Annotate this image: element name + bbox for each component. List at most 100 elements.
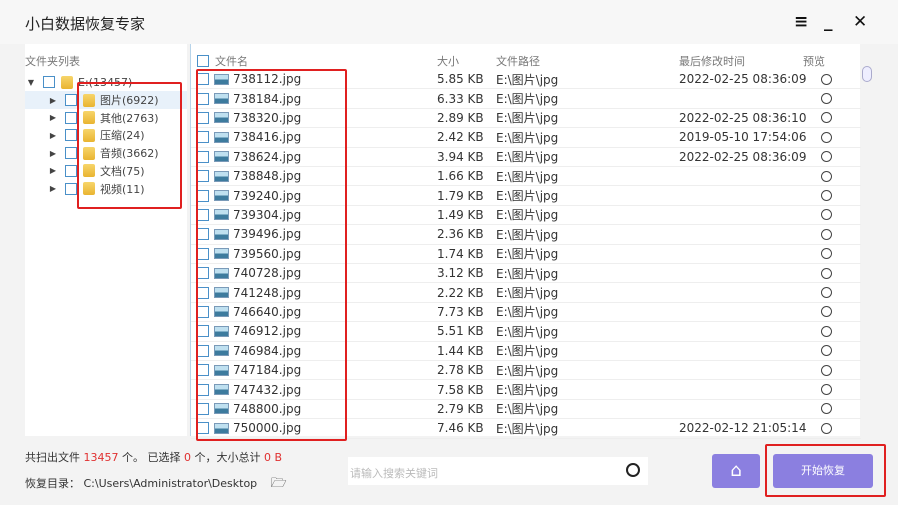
file-row[interactable]: 738624.jpg 3.94 KB E:\图片\jpg 2022-02-25 … (191, 148, 861, 167)
expand-icon[interactable]: ▶ (47, 184, 59, 193)
file-path: E:\图片\jpg (496, 247, 559, 262)
preview-icon[interactable] (821, 112, 832, 124)
start-recovery-button[interactable]: 开始恢复 (773, 454, 873, 488)
file-path: E:\图片\jpg (496, 72, 559, 87)
file-row[interactable]: 747184.jpg 2.78 KB E:\图片\jpg (191, 361, 861, 381)
preview-icon[interactable] (821, 325, 832, 337)
file-row[interactable]: 747432.jpg 7.58 KB E:\图片\jpg (191, 380, 861, 400)
folder-icon (83, 164, 95, 178)
checkbox[interactable] (197, 344, 209, 357)
tree-folder[interactable]: ▶ 音频(3662) (25, 144, 187, 162)
home-button[interactable]: ⌂ (712, 454, 760, 488)
file-row[interactable]: 739304.jpg 1.49 KB E:\图片\jpg (191, 206, 861, 226)
folder-open-icon[interactable]: 🗁 (271, 476, 287, 491)
expand-icon[interactable]: ▶ (47, 96, 59, 105)
checkbox[interactable] (197, 422, 209, 435)
image-file-icon (214, 73, 229, 85)
preview-icon[interactable] (821, 267, 832, 279)
close-icon[interactable]: ✕ (853, 12, 867, 32)
preview-icon[interactable] (821, 422, 832, 434)
file-name: 738112.jpg (233, 72, 302, 87)
file-row[interactable]: 748800.jpg 2.79 KB E:\图片\jpg (191, 400, 861, 420)
file-row[interactable]: 750000.jpg 7.46 KB E:\图片\jpg 2022-02-12 … (191, 419, 861, 439)
checkbox[interactable] (197, 364, 209, 377)
file-path: E:\图片\jpg (496, 130, 559, 145)
checkbox[interactable] (197, 286, 209, 299)
tree-root[interactable]: ▼ E:(13457) (25, 73, 187, 91)
checkbox[interactable] (65, 147, 77, 160)
file-row[interactable]: 738112.jpg 5.85 KB E:\图片\jpg 2022-02-25 … (191, 70, 861, 90)
select-all-checkbox[interactable] (197, 55, 209, 67)
image-file-icon (214, 151, 229, 163)
file-row[interactable]: 740728.jpg 3.12 KB E:\图片\jpg (191, 264, 861, 284)
tree-folder[interactable]: ▶ 文档(75) (25, 162, 187, 180)
image-file-icon (214, 384, 229, 396)
file-row[interactable]: 746640.jpg 7.73 KB E:\图片\jpg (191, 303, 861, 323)
preview-icon[interactable] (821, 190, 832, 202)
preview-icon[interactable] (821, 170, 832, 182)
expand-icon[interactable]: ▶ (47, 166, 59, 175)
search-input[interactable]: 请输入搜索关键词 (348, 457, 648, 485)
expand-icon[interactable]: ▶ (47, 113, 59, 122)
menu-icon[interactable]: ≡ (794, 12, 808, 32)
preview-icon[interactable] (821, 384, 832, 396)
preview-icon[interactable] (821, 306, 832, 318)
checkbox[interactable] (197, 247, 209, 260)
scrollbar-thumb[interactable] (862, 66, 872, 82)
checkbox[interactable] (197, 325, 209, 338)
preview-icon[interactable] (821, 403, 832, 415)
preview-icon[interactable] (821, 209, 832, 221)
checkbox[interactable] (65, 182, 77, 195)
checkbox[interactable] (197, 131, 209, 144)
file-row[interactable]: 738848.jpg 1.66 KB E:\图片\jpg (191, 167, 861, 187)
search-icon[interactable] (626, 463, 640, 477)
checkbox[interactable] (197, 170, 209, 183)
file-row[interactable]: 739496.jpg 2.36 KB E:\图片\jpg (191, 225, 861, 245)
restore-dir-path[interactable]: C:\Users\Administrator\Desktop (84, 477, 258, 490)
preview-icon[interactable] (821, 345, 832, 357)
tree-folder[interactable]: ▶ 其他(2763) (25, 109, 187, 127)
file-row[interactable]: 739560.jpg 1.74 KB E:\图片\jpg (191, 245, 861, 264)
file-modified: 2022-02-12 21:05:14 (679, 421, 807, 436)
checkbox[interactable] (65, 164, 77, 177)
expand-icon[interactable]: ▶ (47, 131, 59, 140)
checkbox[interactable] (197, 267, 209, 280)
checkbox[interactable] (197, 383, 209, 396)
preview-icon[interactable] (821, 248, 832, 260)
tree-folder[interactable]: ▶ 图片(6922) (25, 91, 187, 109)
minimize-icon[interactable]: _ (824, 12, 833, 32)
checkbox[interactable] (197, 228, 209, 241)
checkbox[interactable] (43, 76, 55, 88)
checkbox[interactable] (197, 150, 209, 163)
col-name: 文件名 (215, 55, 248, 68)
file-row[interactable]: 738184.jpg 6.33 KB E:\图片\jpg (191, 89, 861, 109)
checkbox[interactable] (197, 92, 209, 105)
file-row[interactable]: 738320.jpg 2.89 KB E:\图片\jpg 2022-02-25 … (191, 109, 861, 129)
checkbox[interactable] (65, 94, 77, 106)
checkbox[interactable] (65, 129, 77, 142)
checkbox[interactable] (197, 189, 209, 202)
preview-icon[interactable] (821, 287, 832, 299)
preview-icon[interactable] (821, 131, 832, 143)
checkbox[interactable] (197, 208, 209, 221)
preview-icon[interactable] (821, 73, 832, 85)
col-preview: 预览 (803, 55, 825, 68)
checkbox[interactable] (65, 111, 77, 124)
file-row[interactable]: 738416.jpg 2.42 KB E:\图片\jpg 2019-05-10 … (191, 128, 861, 148)
tree-folder[interactable]: ▶ 视频(11) (25, 180, 187, 198)
checkbox[interactable] (197, 402, 209, 415)
file-row[interactable]: 741248.jpg 2.22 KB E:\图片\jpg (191, 283, 861, 303)
preview-icon[interactable] (821, 364, 832, 376)
checkbox[interactable] (197, 305, 209, 318)
preview-icon[interactable] (821, 93, 832, 105)
checkbox[interactable] (197, 73, 209, 86)
preview-icon[interactable] (821, 151, 832, 163)
collapse-icon[interactable]: ▼ (25, 78, 37, 87)
file-row[interactable]: 746984.jpg 1.44 KB E:\图片\jpg (191, 342, 861, 361)
checkbox[interactable] (197, 111, 209, 124)
file-row[interactable]: 746912.jpg 5.51 KB E:\图片\jpg (191, 322, 861, 342)
tree-folder[interactable]: ▶ 压缩(24) (25, 126, 187, 144)
preview-icon[interactable] (821, 228, 832, 240)
expand-icon[interactable]: ▶ (47, 149, 59, 158)
file-row[interactable]: 739240.jpg 1.79 KB E:\图片\jpg (191, 186, 861, 206)
